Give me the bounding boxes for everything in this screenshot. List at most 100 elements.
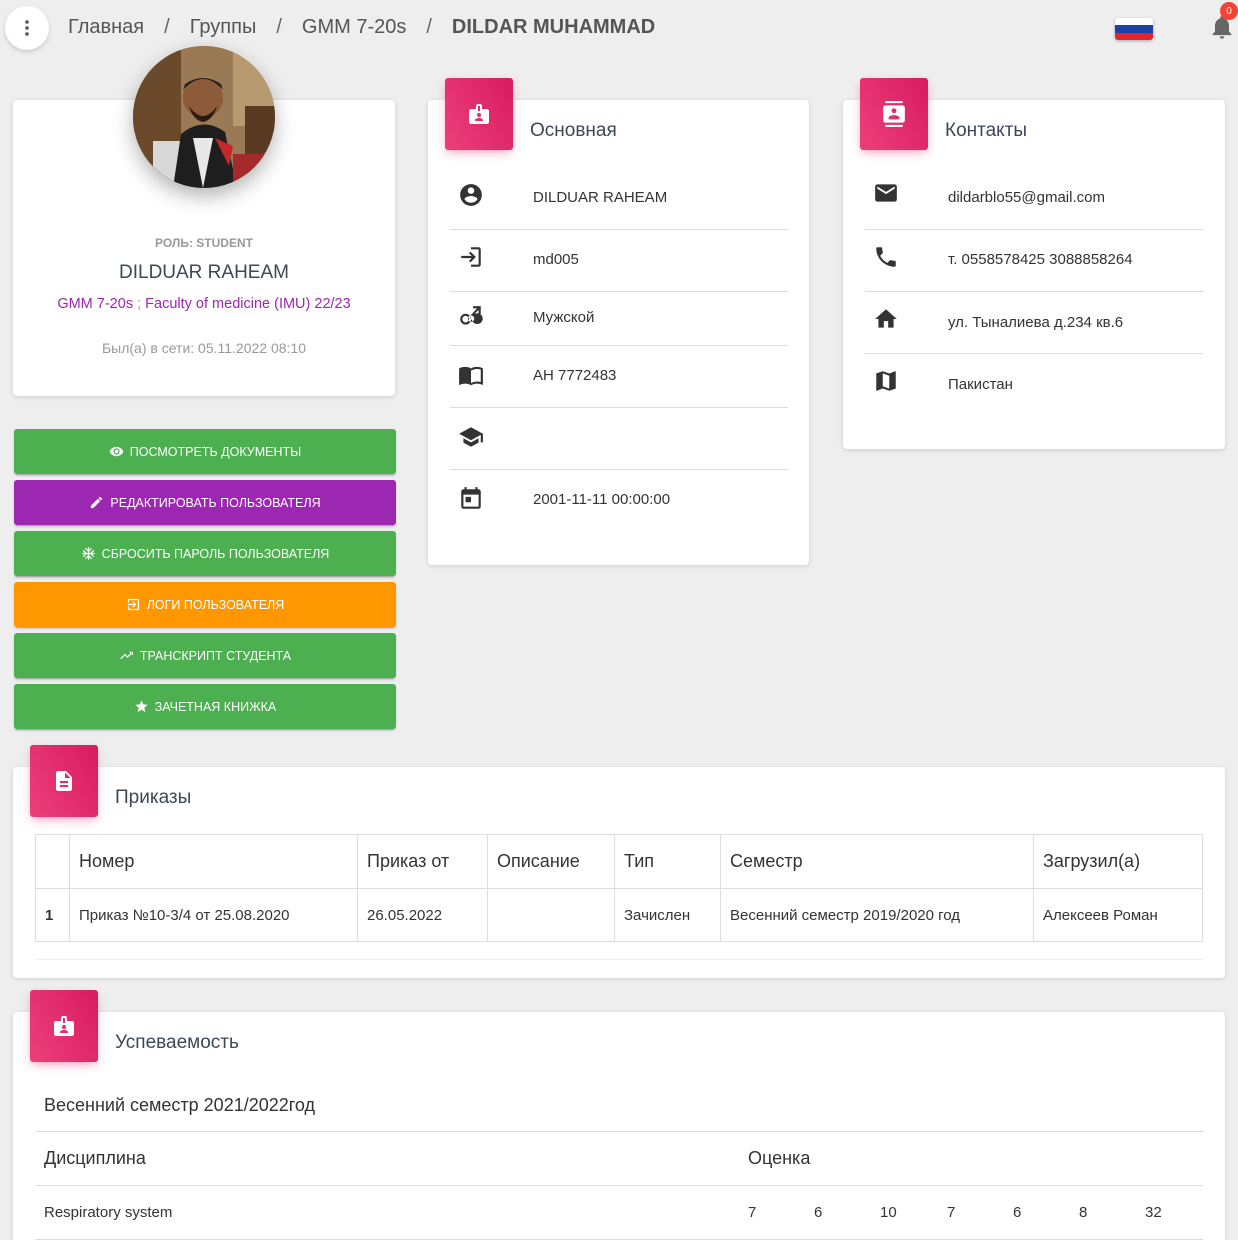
col-index: [35, 834, 70, 889]
orders-table: Номер Приказ от Описание Тип Семестр Заг…: [35, 834, 1203, 942]
contact-book-icon: [883, 101, 905, 127]
table-row: Respiratory system 7 6 10 7 6 8 32: [35, 1186, 1203, 1240]
user-logs-button[interactable]: ЛОГИ ПОЛЬЗОВАТЕЛЯ: [14, 582, 396, 627]
orders-table-header: Номер Приказ от Описание Тип Семестр Заг…: [35, 834, 1203, 889]
col-description: Описание: [487, 834, 615, 889]
student-transcript-button[interactable]: ТРАНСКРИПТ СТУДЕНТА: [14, 633, 396, 678]
performance-header-icon: [30, 990, 98, 1062]
breadcrumb-home[interactable]: Главная: [68, 16, 144, 39]
semester-heading: Весенний семестр 2021/2022год: [44, 1095, 316, 1115]
grade-cell: 6: [814, 1204, 823, 1221]
badge-icon: [469, 104, 489, 124]
last-online: Был(а) в сети: 05.11.2022 08:10: [101, 340, 307, 356]
view-documents-button[interactable]: ПОСМОТРЕТЬ ДОКУМЕНТЫ: [14, 429, 396, 474]
contact-row-address: ул. Тыналиева д.234 кв.6: [865, 292, 1203, 354]
cell-index: 1: [35, 888, 70, 942]
performance-title: Успеваемость: [115, 1032, 239, 1053]
grade-cell: 8: [1079, 1204, 1088, 1221]
col-uploaded-by: Загрузил(а): [1033, 834, 1203, 889]
eye-icon: [109, 446, 124, 457]
col-semester: Семестр: [720, 834, 1034, 889]
info-value-fullname: DILDUAR RAHEAM: [533, 189, 668, 206]
snowflake-icon: [81, 547, 95, 560]
map-icon: [873, 368, 899, 399]
badge-icon: [54, 1016, 74, 1036]
login-icon: [127, 598, 139, 611]
gradebook-button[interactable]: ЗАЧЕТНАЯ КНИЖКА: [14, 684, 396, 729]
book-icon: [458, 362, 486, 390]
contact-row-phone: т. 0558578425 3088858264: [865, 230, 1203, 292]
divider: [35, 959, 1203, 960]
info-row-passport: AH 7772483: [450, 346, 788, 408]
contact-value-email[interactable]: dildarblo55@gmail.com: [948, 189, 1105, 206]
edit-user-button[interactable]: РЕДАКТИРОВАТЬ ПОЛЬЗОВАТЕЛЯ: [14, 480, 396, 525]
orders-card: Приказы Номер Приказ от Описание Тип Сем…: [13, 767, 1225, 978]
contacts-card: Контакты dildarblo55@gmail.com т. 055857…: [843, 100, 1225, 449]
semester-row: Весенний семестр 2021/2022год: [35, 1080, 1203, 1132]
calendar-icon: [458, 486, 486, 514]
col-discipline: Дисциплина: [44, 1148, 146, 1168]
cell-type: Зачислен: [614, 888, 721, 942]
performance-card: Успеваемость Весенний семестр 2021/2022г…: [13, 1012, 1225, 1240]
grades-header-row: Дисциплина Оценка: [35, 1132, 1203, 1186]
grade-cell: 7: [748, 1204, 757, 1221]
more-vert-icon: [25, 20, 29, 36]
col-grade: Оценка: [748, 1148, 811, 1168]
account-circle-icon: [458, 182, 486, 210]
info-row-education: [450, 408, 788, 470]
student-transcript-label: ТРАНСКРИПТ СТУДЕНТА: [139, 648, 292, 663]
edit-user-label: РЕДАКТИРОВАТЬ ПОЛЬЗОВАТЕЛЯ: [110, 495, 321, 510]
cell-order-date: 26.05.2022: [357, 888, 488, 942]
gradebook-label: ЗАЧЕТНАЯ КНИЖКА: [154, 699, 277, 714]
school-icon: [458, 424, 486, 452]
pencil-icon: [91, 496, 103, 509]
avatar: [133, 46, 275, 188]
discipline-name: Respiratory system: [44, 1204, 173, 1221]
more-menu-button[interactable]: [5, 6, 49, 50]
cell-number: Приказ №10-3/4 от 25.08.2020: [69, 888, 358, 942]
cell-semester: Весенний семестр 2019/2020 год: [720, 888, 1034, 942]
user-group-info: GMM 7-20s ; Faculty of medicine (IMU) 22…: [13, 296, 395, 312]
basic-info-card: Основная DILDUAR RAHEAM md005 Мужской AH…: [428, 100, 809, 565]
contact-row-country: Пакистан: [865, 354, 1203, 416]
group-link[interactable]: GMM 7-20s: [57, 296, 133, 312]
user-name: DILDUAR RAHEAM: [119, 262, 289, 283]
russian-flag-language-switch[interactable]: [1115, 18, 1153, 40]
info-row-fullname: DILDUAR RAHEAM: [450, 168, 788, 230]
faculty-link[interactable]: Faculty of medicine (IMU) 22/23: [145, 296, 351, 312]
info-row-birthdate: 2001-11-11 00:00:00: [450, 470, 788, 532]
notification-count-badge: 0: [1220, 2, 1238, 20]
info-row-login: md005: [450, 230, 788, 292]
cell-uploaded-by: Алексеев Роман: [1033, 888, 1203, 942]
star-icon: [134, 700, 148, 713]
col-type: Тип: [614, 834, 721, 889]
reset-password-button[interactable]: СБРОСИТЬ ПАРОЛЬ ПОЛЬЗОВАТЕЛЯ: [14, 531, 396, 576]
trending-up-icon: [120, 651, 133, 660]
col-number: Номер: [69, 834, 358, 889]
contact-value-phone: т. 0558578425 3088858264: [948, 251, 1133, 268]
cell-description: [487, 888, 615, 942]
contact-value-country: Пакистан: [948, 376, 1013, 393]
info-row-gender: Мужской: [450, 292, 788, 346]
info-value-login: md005: [533, 251, 579, 268]
view-documents-label: ПОСМОТРЕТЬ ДОКУМЕНТЫ: [129, 444, 302, 459]
home-icon: [873, 306, 901, 334]
breadcrumb-separator: /: [426, 16, 432, 38]
breadcrumb-group[interactable]: GMM 7-20s: [302, 16, 406, 39]
breadcrumb-groups[interactable]: Группы: [190, 16, 257, 39]
contact-row-email: dildarblo55@gmail.com: [865, 168, 1203, 230]
breadcrumb-current: DILDAR MUHAMMAD: [451, 16, 656, 38]
reset-password-label: СБРОСИТЬ ПАРОЛЬ ПОЛЬЗОВАТЕЛЯ: [101, 546, 330, 561]
info-value-birthdate: 2001-11-11 00:00:00: [533, 491, 671, 508]
mail-icon: [873, 180, 901, 208]
basic-info-title: Основная: [530, 120, 617, 141]
user-role: РОЛЬ: STUDENT: [155, 236, 253, 250]
table-row: 1 Приказ №10-3/4 от 25.08.2020 26.05.202…: [35, 888, 1203, 942]
info-value-passport: AH 7772483: [533, 367, 617, 384]
contact-value-address: ул. Тыналиева д.234 кв.6: [948, 314, 1124, 331]
breadcrumb-separator: /: [276, 16, 282, 38]
breadcrumb-separator: /: [164, 16, 170, 38]
avatar-photo: [133, 46, 275, 188]
grade-cell: 7: [947, 1204, 956, 1221]
orders-title: Приказы: [115, 787, 192, 808]
